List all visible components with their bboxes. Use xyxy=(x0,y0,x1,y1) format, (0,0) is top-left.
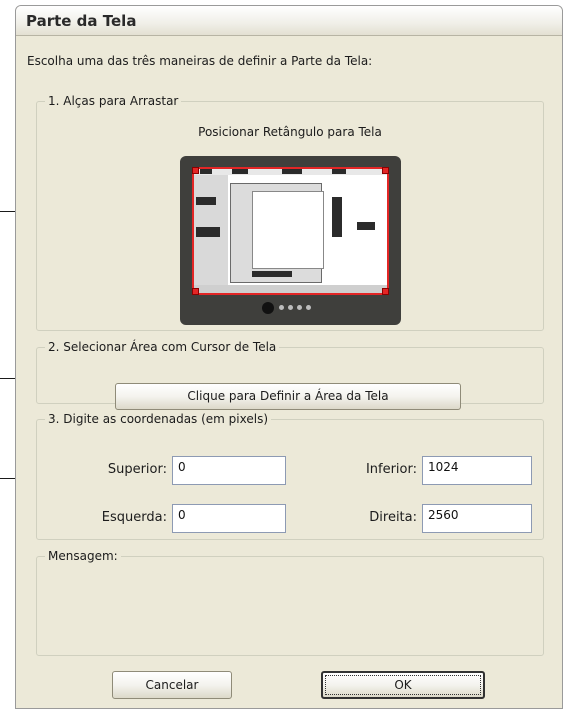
ok-focus-ring xyxy=(325,675,481,695)
ok-button[interactable]: OK xyxy=(321,671,485,699)
drag-handle-bottom-right[interactable] xyxy=(382,288,389,295)
drag-handle-top-right[interactable] xyxy=(382,167,389,174)
drag-handles-group: 1. Alças para Arrastar Posicionar Retâng… xyxy=(36,94,544,331)
coordinates-legend: 3. Digite as coordenadas (em pixels) xyxy=(48,412,269,426)
indicator-dot xyxy=(297,305,302,310)
instruction-text: Escolha uma das três maneiras de definir… xyxy=(27,54,373,68)
message-legend: Mensagem: xyxy=(48,549,118,563)
monitor-indicator-dots xyxy=(262,302,322,316)
screen-thumbnail xyxy=(192,167,389,295)
monitor-preview xyxy=(180,156,401,325)
indicator-dot xyxy=(262,302,274,314)
preview-label: Posicionar Retângulo para Tela xyxy=(198,125,382,139)
title-bar[interactable]: Parte da Tela xyxy=(16,6,562,36)
coordinates-group: 3. Digite as coordenadas (em pixels) Sup… xyxy=(36,412,544,540)
left-label: Esquerda: xyxy=(101,510,167,525)
screen-area-dialog: Parte da Tela Escolha uma das três manei… xyxy=(15,5,563,709)
screen-cursor-group: 2. Selecionar Área com Cursor de Tela Cl… xyxy=(36,340,544,410)
indicator-dot xyxy=(279,305,284,310)
drag-handles-legend: 1. Alças para Arrastar xyxy=(48,94,179,108)
cancel-button[interactable]: Cancelar xyxy=(112,671,232,699)
drag-handle-top-left[interactable] xyxy=(192,167,199,174)
define-screen-area-button[interactable]: Clique para Definir a Área da Tela xyxy=(115,383,461,410)
top-label: Superior: xyxy=(107,462,167,477)
window-title: Parte da Tela xyxy=(26,12,137,30)
left-input[interactable]: 0 xyxy=(172,504,286,533)
top-input[interactable]: 0 xyxy=(172,456,286,485)
bottom-label: Inferior: xyxy=(365,462,417,477)
indicator-dot xyxy=(306,305,311,310)
right-label: Direita: xyxy=(369,510,417,525)
indicator-dot xyxy=(288,305,293,310)
screen-cursor-legend: 2. Selecionar Área com Cursor de Tela xyxy=(48,340,277,354)
right-input[interactable]: 2560 xyxy=(422,504,532,533)
selection-rectangle[interactable] xyxy=(192,167,389,295)
drag-handle-bottom-left[interactable] xyxy=(192,288,199,295)
message-group: Mensagem: xyxy=(36,549,544,656)
bottom-input[interactable]: 1024 xyxy=(422,456,532,485)
